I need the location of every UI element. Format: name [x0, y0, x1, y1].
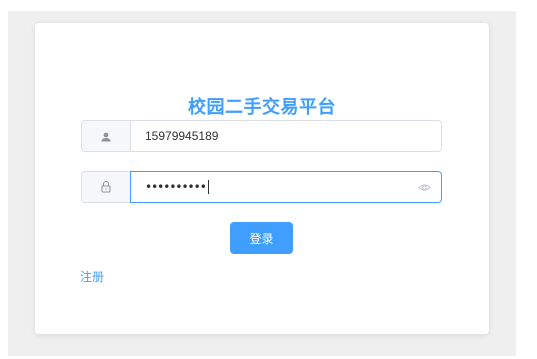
username-value: 15979945189 — [145, 129, 219, 143]
page-title: 校园二手交易平台 — [188, 97, 336, 118]
password-prepend — [81, 171, 130, 203]
login-card: 校园二手交易平台 15979945189 •••••••••• 登录 注册 — [35, 23, 489, 334]
lock-icon — [100, 178, 112, 197]
username-input-group: 15979945189 — [81, 120, 442, 152]
password-field[interactable]: •••••••••• — [130, 171, 442, 203]
user-icon — [100, 127, 112, 146]
eye-icon[interactable] — [418, 181, 431, 194]
login-button[interactable]: 登录 — [230, 222, 293, 254]
register-link[interactable]: 注册 — [80, 268, 104, 285]
password-value: •••••••••• — [145, 180, 207, 194]
username-prepend — [81, 120, 130, 152]
password-input-group: •••••••••• — [81, 171, 442, 203]
username-field[interactable]: 15979945189 — [130, 120, 442, 152]
text-caret — [207, 180, 209, 194]
